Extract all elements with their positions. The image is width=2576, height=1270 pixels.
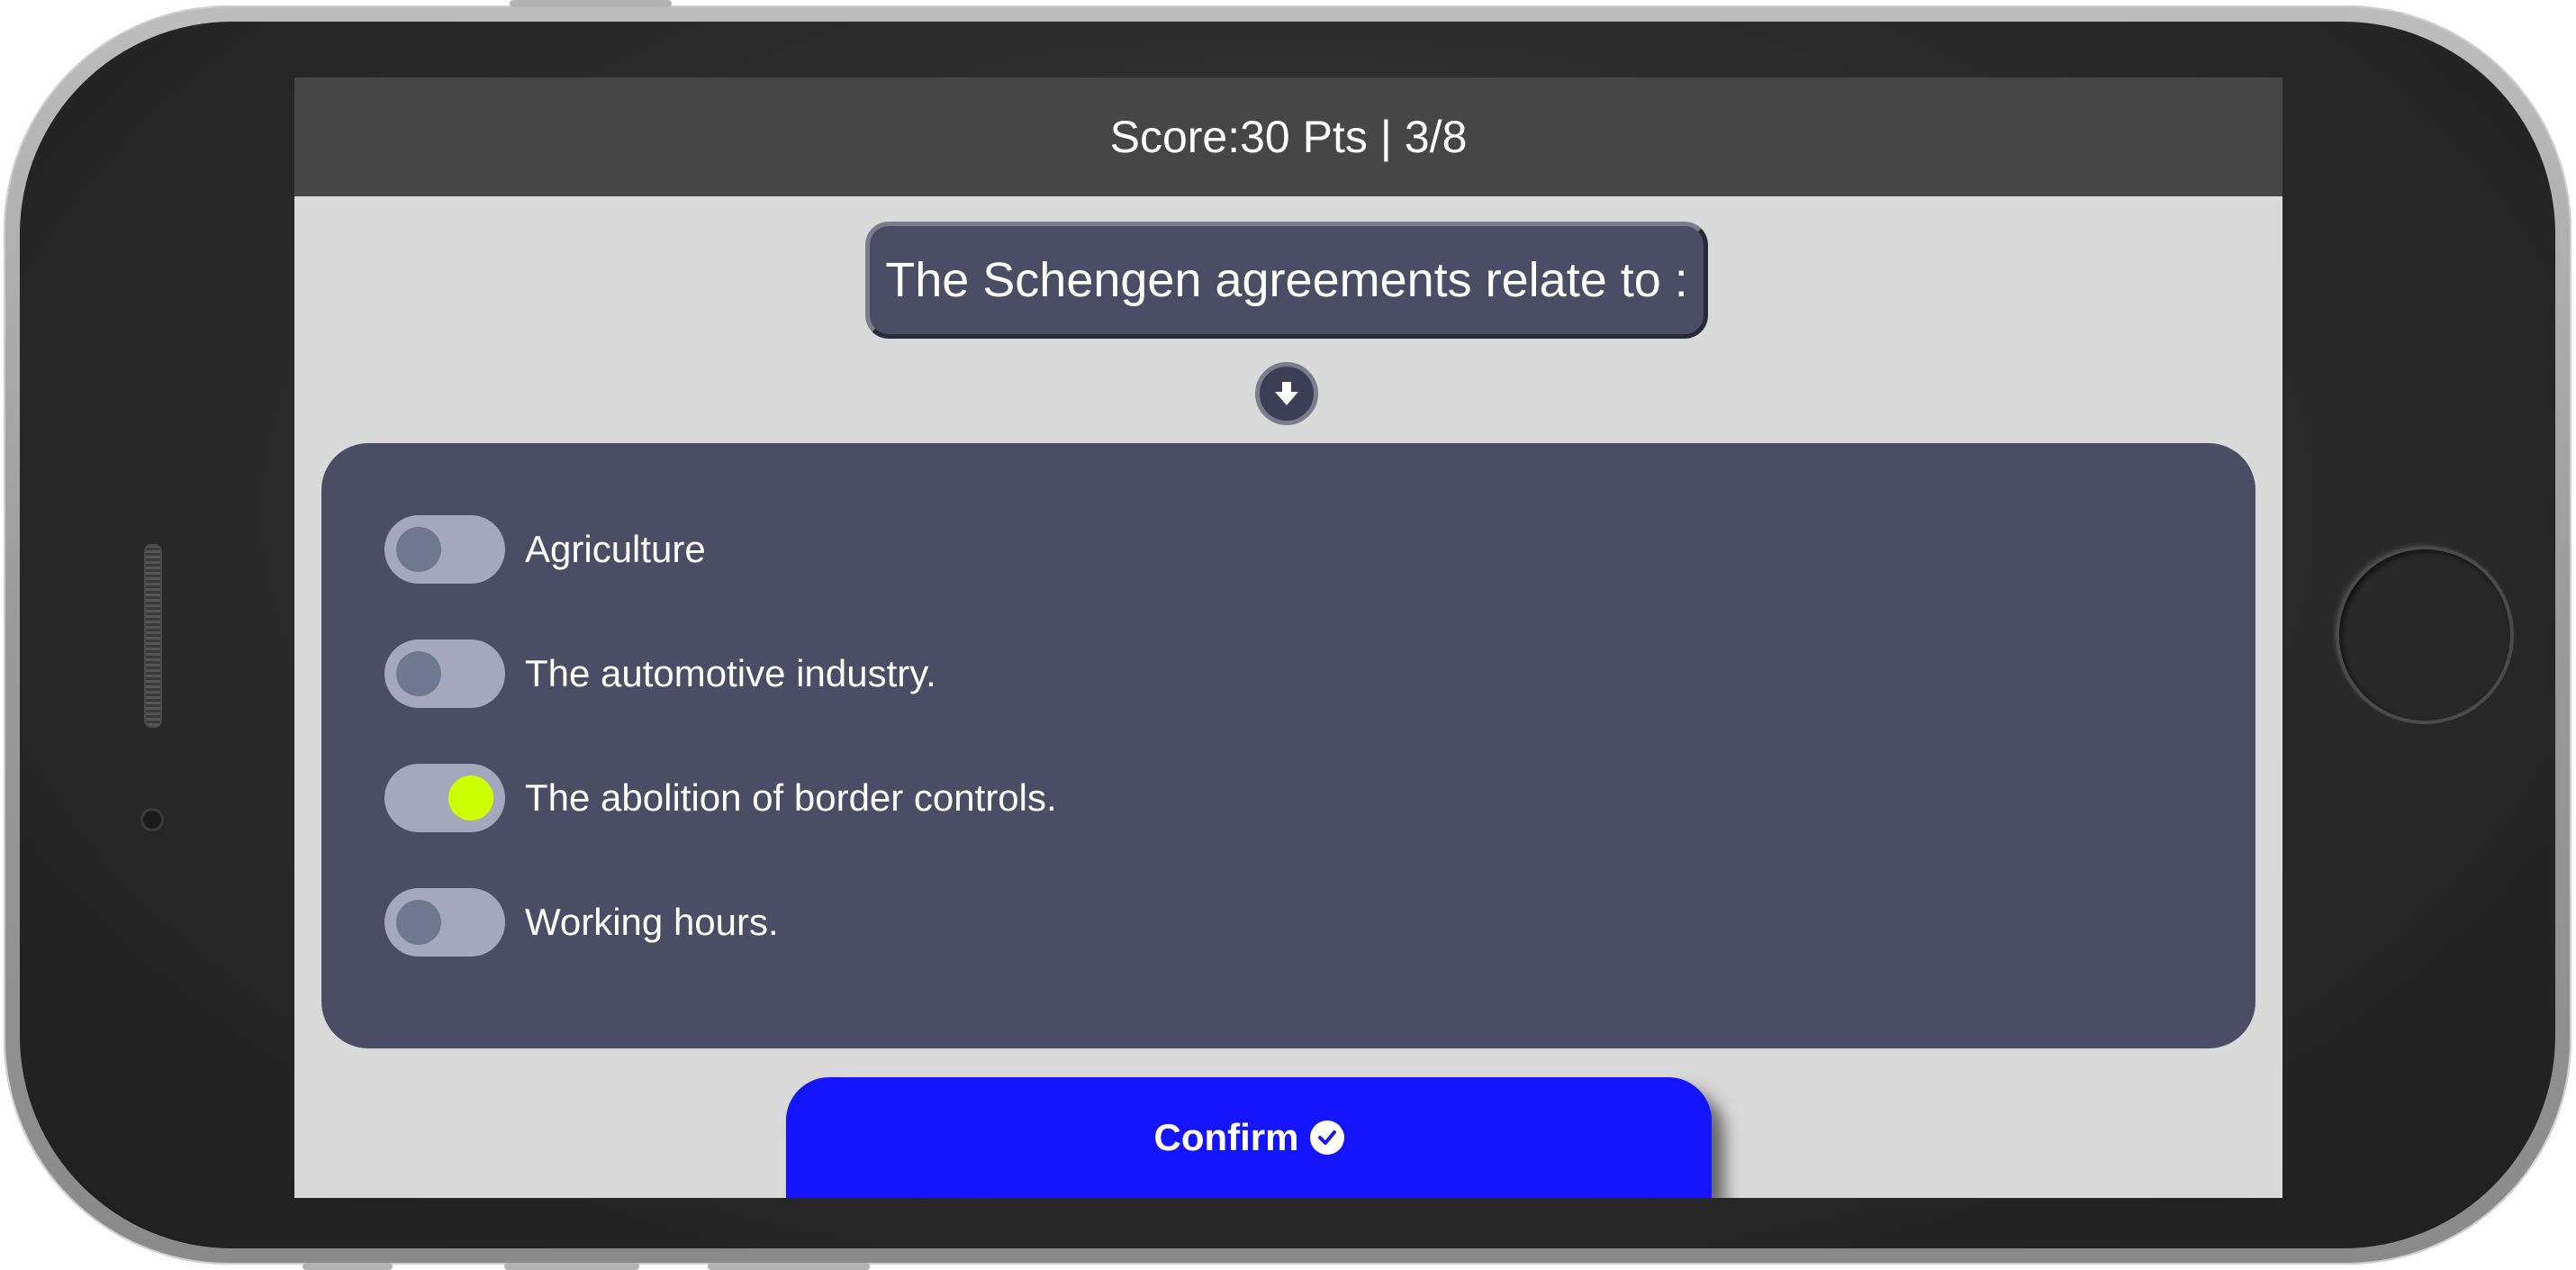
answer-toggle[interactable] xyxy=(384,515,505,584)
question-progress: 3/8 xyxy=(1404,112,1468,162)
answers-panel: Agriculture The automotive industry. The… xyxy=(321,443,2255,1048)
toggle-knob xyxy=(396,651,441,696)
app-screen: Score:30 Pts | 3/8 The Schengen agreemen… xyxy=(294,77,2282,1198)
toggle-knob xyxy=(396,527,441,572)
check-circle-icon xyxy=(1309,1120,1344,1155)
phone-speaker xyxy=(144,544,162,728)
header-separator: | xyxy=(1379,112,1392,162)
answer-label: The abolition of border controls. xyxy=(525,776,1057,819)
toggle-knob xyxy=(396,900,441,945)
question-box: The Schengen agreements relate to : xyxy=(865,222,1708,339)
scroll-down-button[interactable] xyxy=(1255,362,1318,425)
answer-toggle[interactable] xyxy=(384,640,505,708)
score-text: Score:30 Pts xyxy=(1109,112,1368,162)
question-text: The Schengen agreements relate to : xyxy=(885,253,1688,307)
phone-side-button xyxy=(708,1263,870,1270)
confirm-label: Confirm xyxy=(1153,1116,1299,1158)
score-header: Score:30 Pts | 3/8 xyxy=(294,77,2282,196)
answer-option-4[interactable]: Working hours. xyxy=(384,888,779,957)
phone-side-button xyxy=(510,0,672,7)
arrow-down-icon xyxy=(1275,382,1298,405)
phone-side-button xyxy=(504,1263,639,1270)
answer-option-3[interactable]: The abolition of border controls. xyxy=(384,764,1057,832)
answer-option-2[interactable]: The automotive industry. xyxy=(384,640,936,708)
confirm-button[interactable]: Confirm xyxy=(786,1077,1712,1198)
answer-label: Agriculture xyxy=(525,528,706,570)
answer-toggle[interactable] xyxy=(384,888,505,957)
answer-label: The automotive industry. xyxy=(525,652,936,694)
answer-option-1[interactable]: Agriculture xyxy=(384,515,706,584)
answer-toggle-selected[interactable] xyxy=(384,764,505,832)
phone-home-button[interactable] xyxy=(2336,546,2514,724)
answer-label: Working hours. xyxy=(525,901,779,943)
phone-side-button xyxy=(303,1263,393,1270)
phone-camera xyxy=(140,808,164,831)
toggle-knob xyxy=(448,776,493,821)
